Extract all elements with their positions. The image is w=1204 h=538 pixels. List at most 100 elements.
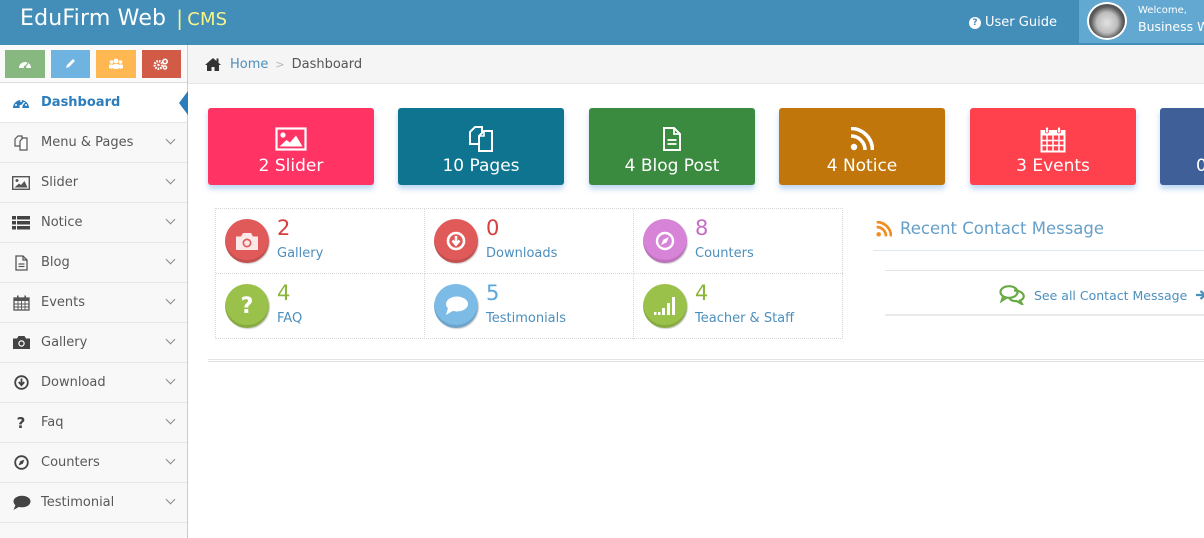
dashboard-icon — [18, 62, 31, 69]
brand[interactable]: EduFirm Web | CMS — [20, 6, 227, 31]
list-icon — [10, 215, 32, 230]
sidebar-item-faq[interactable]: ? Faq — [0, 403, 187, 443]
sidebar-item-label: Counters — [41, 455, 100, 470]
camera-icon — [10, 335, 32, 350]
comment-icon — [10, 495, 32, 511]
sidebar-item-slider[interactable]: Slider — [0, 163, 187, 203]
stat-label: 4 Notice — [826, 156, 898, 176]
section-divider — [208, 359, 1204, 362]
infobox-teacher-staff[interactable]: 4 Teacher & Staff — [634, 274, 843, 339]
question-circle-icon: ? — [969, 16, 981, 29]
infobox-label: Downloads — [486, 246, 558, 261]
infobox-gallery[interactable]: 2 Gallery — [216, 209, 425, 274]
sidebar-item-gallery[interactable]: Gallery — [0, 323, 187, 363]
top-navbar: EduFirm Web | CMS ? User Guide Welcome, Bu… — [0, 0, 1204, 45]
stat-label: 2 Slider — [258, 156, 324, 176]
user-menu[interactable]: Welcome, Business W — [1079, 0, 1204, 43]
infobox-value: 8 — [695, 216, 709, 240]
question-icon: ? — [16, 413, 26, 432]
stat-slider-button[interactable]: 2 Slider — [208, 108, 374, 185]
stat-sixth-button[interactable]: 0 — [1160, 108, 1204, 185]
sidebar-item-label: Dashboard — [41, 95, 121, 110]
shortcut-users-button[interactable] — [96, 50, 136, 78]
picture-icon — [275, 127, 307, 151]
infobox-testimonials[interactable]: 5 Testimonials — [425, 274, 634, 339]
download-icon — [434, 219, 478, 263]
arrow-right-icon — [1196, 290, 1204, 300]
sidebar-item-label: Blog — [41, 255, 70, 270]
sidebar-item-download[interactable]: Download — [0, 363, 187, 403]
file-text-icon — [663, 127, 681, 151]
copy-icon — [469, 126, 493, 152]
stat-label: 3 Events — [1016, 156, 1090, 176]
brand-sub: CMS — [187, 9, 228, 30]
download-icon — [10, 375, 32, 390]
comments-icon — [999, 285, 1025, 305]
divider — [885, 270, 1204, 271]
stat-blog-post-button[interactable]: 4 Blog Post — [589, 108, 755, 185]
stat-notice-button[interactable]: 4 Notice — [779, 108, 945, 185]
user-guide-label: User Guide — [985, 15, 1057, 30]
comment-icon — [434, 284, 478, 328]
calendar-icon — [10, 295, 32, 311]
sidebar-item-blog[interactable]: Blog — [0, 243, 187, 283]
breadcrumb-separator: > — [275, 57, 285, 71]
sidebar-item-label: Slider — [41, 175, 79, 190]
breadcrumb-home-label: Home — [230, 56, 269, 72]
file-text-icon — [10, 254, 32, 271]
sidebar-item-label: Notice — [41, 215, 83, 230]
sidebar-item-label: Events — [41, 295, 86, 310]
compass-icon — [643, 219, 687, 263]
infobox-value: 4 — [695, 281, 709, 305]
brand-name: EduFirm Web — [20, 6, 167, 31]
sidebar-item-notice[interactable]: Notice — [0, 203, 187, 243]
pencil-icon — [66, 59, 76, 68]
sidebar-item-label: Gallery — [41, 335, 88, 350]
infobox-downloads[interactable]: 0 Downloads — [425, 209, 634, 274]
user-guide-link[interactable]: ? User Guide — [969, 15, 1057, 30]
see-all-contact-link[interactable]: See all Contact Message — [999, 285, 1204, 305]
infobox-label: Teacher & Staff — [695, 311, 795, 326]
sidebar-nav: Dashboard Menu & Pages Slider Notice Blo… — [0, 83, 188, 523]
sidebar-item-label: Faq — [41, 415, 64, 430]
user-name: Business W — [1138, 19, 1204, 34]
rss-icon — [876, 220, 892, 237]
infobox-value: 5 — [486, 281, 500, 305]
compass-icon — [10, 455, 32, 470]
copy-icon — [10, 134, 32, 151]
brand-separator: | — [176, 6, 184, 30]
divider — [885, 314, 1204, 316]
infobox-label: Testimonials — [486, 311, 567, 326]
home-icon — [205, 58, 221, 71]
sidebar-item-label: Testimonial — [41, 495, 115, 510]
infobox-label: Counters — [695, 246, 754, 261]
contact-widget-title: Recent Contact Message — [876, 219, 1104, 238]
signal-icon — [643, 284, 687, 328]
infobox-value: 4 — [277, 281, 291, 305]
sidebar-item-menu-pages[interactable]: Menu & Pages — [0, 123, 187, 163]
contact-widget-title-text: Recent Contact Message — [900, 219, 1105, 238]
infobox-counters[interactable]: 8 Counters — [634, 209, 843, 274]
shortcut-cogs-button[interactable] — [141, 50, 181, 78]
stat-pages-button[interactable]: 10 Pages — [398, 108, 564, 185]
sidebar-item-testimonial[interactable]: Testimonial — [0, 483, 187, 523]
picture-icon — [10, 175, 32, 190]
breadcrumb: Home > Dashboard — [188, 45, 1204, 84]
see-all-contact-label: See all Contact Message — [1034, 287, 1188, 303]
sidebar-item-counters[interactable]: Counters — [0, 443, 187, 483]
calendar-icon — [1040, 126, 1066, 152]
stat-events-button[interactable]: 3 Events — [970, 108, 1136, 185]
dashboard-icon — [10, 96, 32, 110]
welcome-text: Welcome, — [1138, 5, 1187, 16]
breadcrumb-home-link[interactable]: Home — [204, 57, 268, 72]
infobox-value: 2 — [277, 216, 291, 240]
stat-label: 0 — [1196, 156, 1204, 176]
sidebar-item-dashboard[interactable]: Dashboard — [0, 83, 188, 123]
infobox-label: FAQ — [277, 311, 303, 326]
sidebar-item-events[interactable]: Events — [0, 283, 187, 323]
shortcut-dashboard-button[interactable] — [5, 50, 45, 78]
shortcut-pencil-button[interactable] — [50, 50, 90, 78]
infobox-faq[interactable]: ? 4 FAQ — [216, 274, 425, 339]
divider — [873, 250, 1204, 251]
infobox-grid: 2 Gallery 0 Downloads 8 Counters ? 4 FAQ… — [215, 208, 843, 339]
